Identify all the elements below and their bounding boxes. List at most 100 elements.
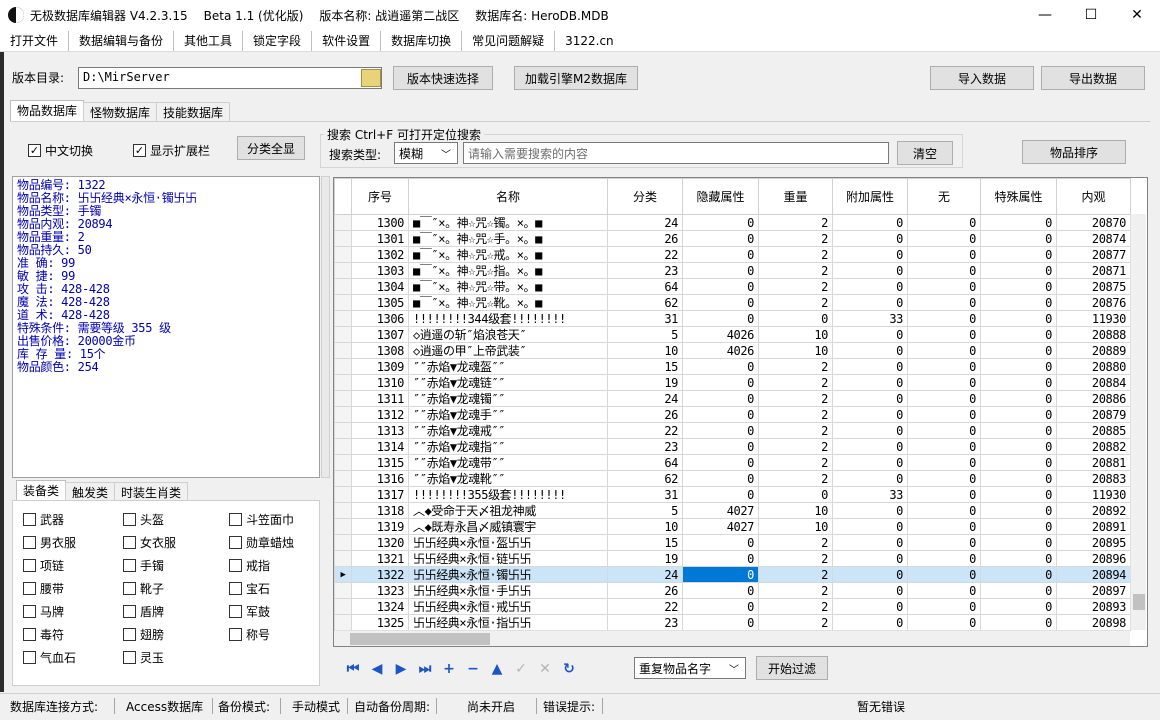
filter-select[interactable]: 重复物品名字 ﹀	[634, 657, 746, 679]
table-cell[interactable]: 4027	[682, 518, 759, 535]
info-scrollbar[interactable]	[321, 176, 330, 478]
col-header[interactable]: 序号	[351, 178, 409, 215]
table-cell[interactable]: 0	[980, 342, 1057, 359]
table-cell[interactable]: 5	[607, 502, 683, 519]
table-cell[interactable]: ■￣″×。神☆咒☆手。×。■	[408, 230, 608, 247]
table-cell[interactable]: 1304	[351, 278, 409, 295]
row-indicator[interactable]	[334, 262, 352, 279]
table-cell[interactable]: 0	[907, 374, 981, 391]
table-cell[interactable]: 0	[832, 422, 908, 439]
show-all-button[interactable]: 分类全显	[237, 136, 305, 160]
row-indicator[interactable]	[334, 598, 352, 615]
table-cell[interactable]: 0	[832, 326, 908, 343]
table-row[interactable]: ▶ 1322 卐卐经典×永恒·镯卐卐 24 0 2 0 0 0 20894	[334, 566, 1131, 583]
table-cell[interactable]: 1325	[351, 614, 409, 631]
table-cell[interactable]: 4026	[682, 326, 759, 343]
table-cell[interactable]: 20874	[1056, 230, 1131, 247]
table-cell[interactable]: 4027	[682, 502, 759, 519]
menu-db-switch[interactable]: 数据库切换	[381, 30, 463, 51]
menu-lock-fields[interactable]: 锁定字段	[243, 30, 313, 51]
table-cell[interactable]: 2	[758, 358, 833, 375]
table-cell[interactable]: 5	[607, 326, 683, 343]
row-indicator[interactable]	[334, 438, 352, 455]
table-cell[interactable]: 1312	[351, 406, 409, 423]
row-indicator[interactable]	[334, 358, 352, 375]
table-row[interactable]: 1317 !!!!!!!!355级套!!!!!!!! 31 0 0 33 0 0 11930	[334, 486, 1131, 503]
row-indicator[interactable]	[334, 230, 352, 247]
table-cell[interactable]: 0	[907, 422, 981, 439]
table-cell[interactable]: ■￣″×。神☆咒☆带。×。■	[408, 278, 608, 295]
table-cell[interactable]: 20893	[1056, 598, 1131, 615]
table-cell[interactable]: 0	[980, 470, 1057, 487]
last-record-icon[interactable]: ⏭	[416, 660, 434, 678]
table-cell[interactable]: 0	[682, 358, 759, 375]
table-cell[interactable]: 1316	[351, 470, 409, 487]
table-cell[interactable]: !!!!!!!!355级套!!!!!!!!	[408, 486, 608, 503]
table-cell[interactable]: 23	[607, 614, 683, 631]
table-row[interactable]: 1303 ■￣″×。神☆咒☆指。×。■ 23 0 2 0 0 0 20871	[334, 262, 1131, 279]
table-cell[interactable]: 0	[907, 406, 981, 423]
table-cell[interactable]: 0	[980, 310, 1057, 327]
table-row[interactable]: 1321 卐卐经典×永恒·链卐卐 19 0 2 0 0 0 20896	[334, 550, 1131, 567]
table-cell[interactable]: 0	[682, 550, 759, 567]
table-cell[interactable]: 0	[907, 358, 981, 375]
table-cell[interactable]: 0	[980, 598, 1057, 615]
category-checkbox[interactable]: 武器	[23, 511, 64, 528]
delete-record-icon[interactable]: −	[464, 660, 482, 678]
first-record-icon[interactable]: ⏮	[344, 660, 362, 678]
show-ext-checkbox[interactable]: ✓ 显示扩展栏	[133, 142, 210, 159]
table-cell[interactable]: 1311	[351, 390, 409, 407]
table-cell[interactable]: 20892	[1056, 502, 1131, 519]
col-header[interactable]: 附加属性	[832, 178, 908, 215]
edit-record-icon[interactable]: ▲	[488, 660, 506, 678]
table-cell[interactable]: 0	[907, 214, 981, 231]
category-checkbox[interactable]: 翅膀	[123, 626, 164, 643]
table-cell[interactable]: 卐卐经典×永恒·戒卐卐	[408, 598, 608, 615]
table-cell[interactable]: ︿◆既寿永昌〆威镇寰宇	[408, 518, 608, 535]
table-cell[interactable]: 0	[980, 358, 1057, 375]
table-cell[interactable]: 0	[980, 454, 1057, 471]
category-checkbox[interactable]: 宝石	[229, 580, 270, 597]
col-header[interactable]: 隐藏属性	[682, 178, 759, 215]
category-checkbox[interactable]: 男衣服	[23, 534, 76, 551]
table-cell[interactable]: 26	[607, 582, 683, 599]
table-cell[interactable]: 0	[758, 486, 833, 503]
post-record-icon[interactable]: ✓	[512, 660, 530, 678]
table-cell[interactable]: 0	[980, 390, 1057, 407]
table-cell[interactable]: 0	[682, 310, 759, 327]
tab-trigger[interactable]: 触发类	[65, 482, 116, 502]
table-cell[interactable]: 0	[832, 566, 908, 583]
table-cell[interactable]: 2	[758, 390, 833, 407]
table-cell[interactable]: 2	[758, 438, 833, 455]
add-record-icon[interactable]: +	[440, 660, 458, 678]
row-indicator[interactable]	[334, 246, 352, 263]
table-cell[interactable]: 0	[682, 262, 759, 279]
row-indicator[interactable]	[334, 550, 352, 567]
row-indicator[interactable]	[334, 374, 352, 391]
category-checkbox[interactable]: 靴子	[123, 580, 164, 597]
quick-select-button[interactable]: 版本快速选择	[393, 66, 493, 90]
row-indicator[interactable]	[334, 614, 352, 631]
table-cell[interactable]: 0	[907, 502, 981, 519]
category-checkbox[interactable]: 马牌	[23, 603, 64, 620]
row-indicator[interactable]	[334, 518, 352, 535]
table-cell[interactable]: 0	[907, 454, 981, 471]
row-indicator[interactable]	[334, 422, 352, 439]
tab-equipment[interactable]: 装备类	[16, 480, 67, 502]
tab-skills[interactable]: 技能数据库	[156, 102, 231, 122]
table-row[interactable]: 1316 ″″赤焰▼龙魂靴″″ 62 0 2 0 0 0 20883	[334, 470, 1131, 487]
row-indicator[interactable]	[334, 454, 352, 471]
table-cell[interactable]: 1322	[351, 566, 409, 583]
table-cell[interactable]: 0	[907, 470, 981, 487]
table-cell[interactable]: 0	[907, 438, 981, 455]
category-checkbox[interactable]: 女衣服	[123, 534, 176, 551]
table-cell[interactable]: 0	[832, 230, 908, 247]
table-cell[interactable]: 1310	[351, 374, 409, 391]
table-cell[interactable]: 10	[607, 342, 683, 359]
table-cell[interactable]: 20898	[1056, 614, 1131, 631]
table-cell[interactable]: 0	[980, 262, 1057, 279]
table-cell[interactable]: 64	[607, 278, 683, 295]
table-cell[interactable]: 卐卐经典×永恒·镯卐卐	[408, 566, 608, 583]
table-cell[interactable]: 0	[907, 518, 981, 535]
table-cell[interactable]: 1319	[351, 518, 409, 535]
